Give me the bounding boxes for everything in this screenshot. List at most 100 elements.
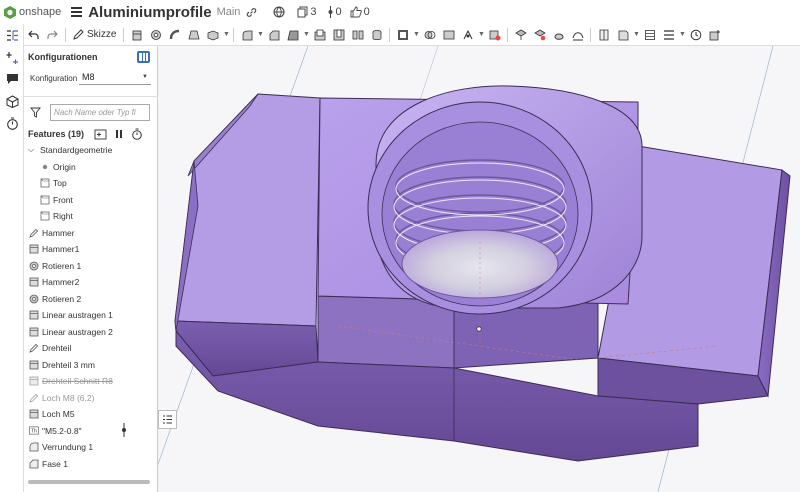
revolve-icon [151, 29, 161, 40]
undo-button[interactable] [24, 26, 43, 44]
t-nut-3d-model[interactable] [158, 46, 800, 492]
feature-list-button[interactable] [0, 24, 24, 46]
tree-item-feature[interactable]: Hammer1 [24, 241, 158, 258]
globe-icon[interactable] [273, 6, 285, 18]
tree-item-feature[interactable]: Loch M8 (6.2) [24, 390, 158, 407]
tree-item-front[interactable]: Front [24, 192, 158, 209]
tree-item-feature[interactable]: Drehteil Schnitt R8 [24, 373, 158, 390]
list-dropdown[interactable]: ▼ [678, 26, 686, 44]
versions-count: 3 [310, 6, 317, 18]
cylinder-icon [372, 29, 382, 40]
tree-item-top[interactable]: Top [24, 175, 158, 192]
document-title[interactable]: Aluminiumprofile [88, 4, 211, 21]
tree-item-feature[interactable]: Fase 1 [24, 456, 158, 473]
pattern-dropdown[interactable]: ▼ [477, 26, 485, 44]
add-feature-folder-icon[interactable] [94, 128, 107, 140]
sweep-tool[interactable] [165, 26, 184, 44]
versions-button[interactable]: 3 [297, 6, 317, 18]
panel-horizontal-scrollbar[interactable] [28, 480, 150, 484]
pattern-icon [352, 30, 364, 39]
like-button[interactable]: 0 [350, 6, 370, 18]
hole-tool[interactable] [329, 26, 348, 44]
fillet-dropdown[interactable]: ▼ [256, 26, 264, 44]
text-icon: Th [29, 426, 39, 436]
tree-item-right[interactable]: Right [24, 208, 158, 225]
variables-button[interactable] [0, 46, 24, 68]
mate-connector-tool[interactable] [530, 26, 549, 44]
list-tool[interactable] [659, 26, 678, 44]
revolve-icon [29, 294, 39, 304]
redo-button[interactable] [43, 26, 62, 44]
thicken-tool[interactable] [203, 26, 222, 44]
link-icon[interactable] [246, 7, 257, 18]
boolean-dropdown[interactable]: ▼ [412, 26, 420, 44]
chamfer-tool[interactable] [264, 26, 283, 44]
cylinder-tool[interactable] [367, 26, 386, 44]
more-tools-dropdown[interactable]: ▼ [222, 26, 230, 44]
helix-tool[interactable] [549, 26, 568, 44]
draft-tool[interactable] [283, 26, 302, 44]
tree-group-default-geometry[interactable]: ⌵ Standardgeometrie [24, 142, 158, 159]
loft-tool[interactable] [184, 26, 203, 44]
custom-feature-tool[interactable] [705, 26, 724, 44]
shell-tool[interactable] [310, 26, 329, 44]
tree-item-feature[interactable]: Rotieren 2 [24, 291, 158, 308]
tree-item-feature[interactable]: Hammer2 [24, 274, 158, 291]
history-button[interactable] [0, 112, 24, 134]
configuration-select[interactable]: M8 ▼ [79, 70, 151, 85]
tree-item-feature[interactable]: Linear austragen 2 [24, 324, 158, 341]
plane-icon [40, 178, 50, 188]
sketch-icon [29, 343, 39, 353]
tree-item-feature[interactable]: Linear austragen 1 [24, 307, 158, 324]
pattern-tool[interactable] [458, 26, 477, 44]
extrude-tool[interactable] [127, 26, 146, 44]
configuration-table-icon[interactable] [137, 51, 150, 63]
extrude-icon [29, 310, 39, 320]
origin-icon [40, 162, 50, 172]
plane-tool[interactable] [511, 26, 530, 44]
flange-tool[interactable] [613, 26, 632, 44]
flange-dropdown[interactable]: ▼ [632, 26, 640, 44]
measure-tool[interactable] [686, 26, 705, 44]
branches-button[interactable]: 0 [327, 6, 342, 18]
tree-item-feature[interactable]: Drehteil 3 mm [24, 357, 158, 374]
boolean-tool[interactable] [393, 26, 412, 44]
parts-button[interactable] [0, 90, 24, 112]
tree-item-feature[interactable]: Verrundung 1 [24, 439, 158, 456]
tree-item-feature[interactable]: Rotieren 1 [24, 258, 158, 275]
boolean-icon [397, 29, 408, 40]
tree-item-feature[interactable]: Th "M5.2-0.8" [24, 422, 158, 440]
chevron-down-icon[interactable]: ⌵ [28, 145, 38, 155]
delete-part-tool[interactable] [485, 26, 504, 44]
versions-icon [297, 6, 308, 18]
fillet-tool[interactable] [237, 26, 256, 44]
graphics-viewport[interactable] [158, 46, 800, 492]
transform-tool[interactable] [439, 26, 458, 44]
draft-dropdown[interactable]: ▼ [302, 26, 310, 44]
feature-search-input[interactable]: Nach Name oder Typ fi [50, 104, 150, 121]
comment-icon [6, 74, 18, 84]
menu-icon[interactable] [71, 7, 83, 17]
sheet-metal-tool[interactable] [594, 26, 613, 44]
filter-icon[interactable] [30, 107, 41, 118]
tree-item-feature[interactable]: Hammer [24, 225, 158, 242]
onshape-logo[interactable]: onshape [4, 5, 61, 19]
split-tool[interactable] [420, 26, 439, 44]
tree-item-feature[interactable]: Drehteil [24, 340, 158, 357]
flange-icon [618, 30, 629, 40]
table-tool[interactable] [640, 26, 659, 44]
linear-pattern-tool[interactable] [348, 26, 367, 44]
comments-button[interactable] [0, 68, 24, 90]
sketch-button[interactable]: Skizze [69, 26, 120, 44]
rebuild-timer-icon[interactable] [131, 128, 143, 140]
curve-tool[interactable] [568, 26, 587, 44]
split-icon [424, 30, 436, 39]
configurations-heading: Konfigurationen [28, 52, 98, 62]
rollback-bar-handle[interactable] [121, 422, 127, 439]
fillet-icon [29, 442, 39, 452]
tree-item-origin[interactable]: Origin [24, 159, 158, 176]
tree-item-feature[interactable]: Loch M5 [24, 406, 158, 423]
pause-icon[interactable] [114, 128, 124, 140]
revolve-tool[interactable] [146, 26, 165, 44]
view-list-button[interactable] [158, 410, 177, 429]
